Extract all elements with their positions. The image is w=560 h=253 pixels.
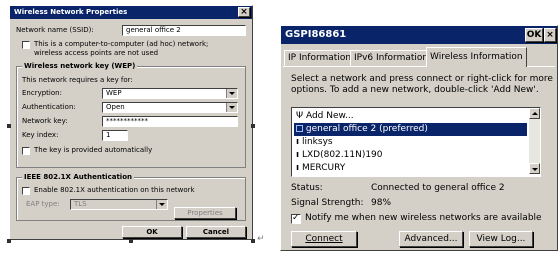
tab-ipv6-information[interactable]: IPv6 Information [350, 50, 433, 66]
view-log-button[interactable]: View Log... [469, 231, 533, 247]
signal-icon: ı [296, 150, 300, 160]
notify-label: Notify me when new wireless networks are… [305, 213, 542, 223]
key-index-label: Key index: [22, 131, 59, 139]
adhoc-label-line1: This is a computer-to-computer (ad hoc) … [34, 40, 209, 48]
authentication-label: Authentication: [22, 103, 76, 111]
chevron-down-icon[interactable] [156, 200, 167, 209]
resize-handle[interactable] [7, 239, 11, 243]
list-item-linksys[interactable]: ı linksys [294, 136, 527, 149]
adhoc-checkbox[interactable] [22, 41, 30, 49]
list-item-label: linksys [301, 137, 333, 147]
paragraph-mark-icon: ↵ [257, 234, 265, 244]
list-item-label: general office 2 (preferred) [305, 124, 428, 134]
scroll-up-button[interactable] [529, 108, 540, 119]
resize-handle[interactable] [7, 124, 11, 128]
signal-strength-value: 98% [371, 198, 392, 208]
list-item-lxd[interactable]: ı LXD(802.11N)190 [294, 149, 527, 162]
tab-panel: Select a network and press connect or ri… [283, 66, 555, 249]
ok-title-button[interactable]: OK [525, 28, 543, 42]
key-auto-label: The key is provided automatically [34, 146, 153, 154]
left-title-bar: Wireless Network Properties × [10, 6, 252, 19]
connect-button-label: Connect [305, 234, 343, 244]
resize-handle[interactable] [251, 124, 255, 128]
key-auto-checkbox[interactable] [22, 147, 30, 155]
tab-label: IPv6 Information [354, 53, 429, 63]
chevron-down-icon [532, 168, 538, 171]
eap-type-value: TLS [74, 200, 87, 208]
right-dialog-title: GSPI86861 [285, 29, 347, 40]
list-item-add-new[interactable]: Ψ Add New... [294, 110, 527, 123]
close-button[interactable]: × [238, 7, 250, 17]
chevron-up-icon [532, 112, 538, 115]
scroll-down-button[interactable] [529, 163, 540, 174]
tab-wireless-information[interactable]: Wireless Information [426, 47, 527, 67]
signal-icon: ı [296, 137, 300, 147]
chevron-down-icon[interactable] [226, 89, 237, 98]
close-icon: × [240, 7, 248, 17]
instruction-line1: Select a network and press connect or ri… [291, 74, 553, 84]
status-value: Connected to general office 2 [371, 183, 505, 193]
view-log-button-label: View Log... [476, 234, 526, 244]
checkmark-icon: ✓ [292, 213, 300, 223]
tab-label: Wireless Information [430, 52, 523, 62]
enable-8021x-checkbox[interactable] [22, 187, 30, 195]
chevron-down-icon[interactable] [226, 103, 237, 112]
adhoc-label-line2: wireless access points are not used [34, 49, 159, 57]
encryption-select[interactable]: WEP [102, 88, 238, 99]
advanced-button-label: Advanced... [404, 234, 458, 244]
ssid-input[interactable]: general office 2 [122, 25, 246, 36]
network-list[interactable]: Ψ Add New... general office 2 (preferred… [291, 107, 541, 177]
tab-ip-information[interactable]: IP Information [284, 50, 356, 66]
enable-8021x-label: Enable 802.1X authentication on this net… [34, 186, 195, 194]
instruction-line2: options. To add a new network, double-cl… [291, 85, 539, 95]
cancel-button[interactable]: Cancel [186, 226, 246, 238]
authentication-select[interactable]: Open [102, 102, 238, 113]
authentication-value: Open [106, 103, 125, 111]
resize-handle[interactable] [251, 239, 255, 243]
list-scrollbar[interactable] [529, 108, 540, 174]
network-icon [296, 125, 303, 132]
eap-type-label: EAP type: [26, 200, 60, 208]
properties-button[interactable]: Properties [174, 207, 236, 219]
list-item-label: MERCURY [301, 163, 346, 173]
network-key-input[interactable]: ************ [102, 116, 238, 127]
left-dialog-title: Wireless Network Properties [14, 8, 128, 16]
list-item-label: LXD(802.11N)190 [301, 150, 383, 160]
advanced-button[interactable]: Advanced... [399, 231, 463, 247]
antenna-icon: Ψ [296, 111, 304, 121]
requires-key-text: This network requires a key for: [22, 76, 133, 84]
connect-button[interactable]: Connect [291, 231, 357, 247]
right-title-bar: GSPI86861 OK × [281, 26, 557, 44]
wep-group-title: Wireless network key (WEP) [22, 62, 138, 70]
wireless-network-properties-dialog: Wireless Network Properties × Network na… [9, 5, 253, 240]
key-index-input[interactable]: 1 [102, 130, 128, 141]
encryption-value: WEP [106, 89, 122, 97]
list-item-label: Add New... [305, 111, 354, 121]
notify-checkbox[interactable]: ✓ [291, 213, 301, 224]
list-item-general-office-2[interactable]: general office 2 (preferred) [294, 123, 527, 136]
auth-8021x-group-title: IEEE 802.1X Authentication [22, 173, 134, 181]
eap-type-select[interactable]: TLS [70, 199, 168, 210]
close-button[interactable]: × [544, 28, 556, 42]
signal-icon: ı [296, 163, 300, 173]
encryption-label: Encryption: [22, 89, 62, 97]
network-key-label: Network key: [22, 117, 68, 125]
network-adapter-dialog: GSPI86861 OK × IP Information IPv6 Infor… [280, 25, 558, 251]
ssid-label: Network name (SSID): [16, 26, 94, 34]
ok-button[interactable]: OK [122, 226, 182, 238]
close-icon: × [546, 30, 554, 40]
tab-label: IP Information [288, 53, 352, 63]
resize-handle[interactable] [129, 239, 133, 243]
list-item-mercury[interactable]: ı MERCURY [294, 162, 527, 175]
signal-strength-label: Signal Strength: [291, 198, 364, 208]
status-label: Status: [291, 183, 323, 193]
